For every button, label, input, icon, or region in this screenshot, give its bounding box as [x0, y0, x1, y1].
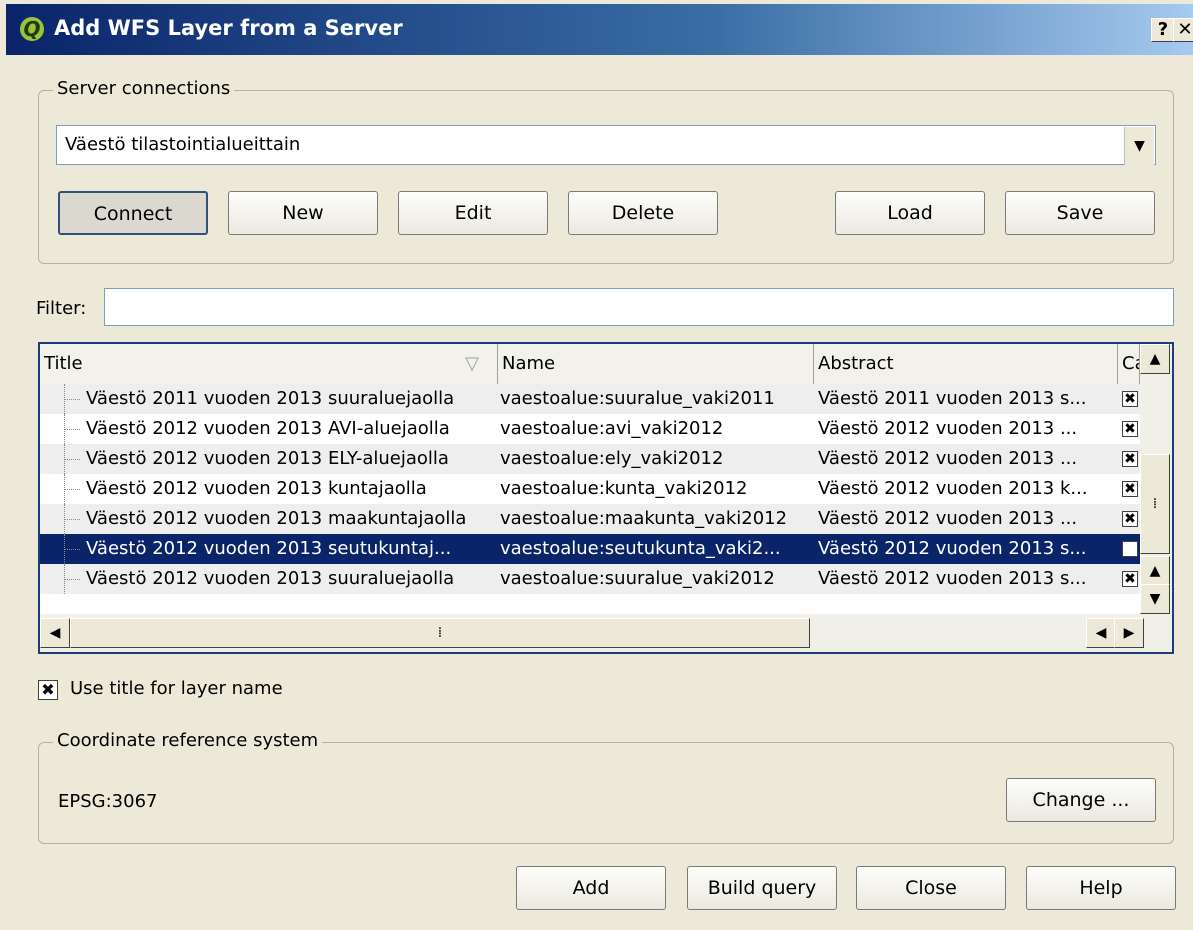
connect-button[interactable]: Connect [58, 191, 208, 235]
cell-title: Väestö 2012 vuoden 2013 ELY-aluejaolla [86, 448, 449, 469]
scroll-thumb[interactable]: ⁞ [1140, 454, 1170, 554]
column-header-cache[interactable]: Ca [1118, 344, 1140, 384]
cell-abstract: Väestö 2012 vuoden 2013 ... [818, 448, 1078, 469]
filter-label: Filter: [36, 298, 87, 319]
cache-checkbox[interactable]: ✖ [1122, 511, 1138, 527]
scroll-up-icon[interactable]: ▲ [1140, 556, 1170, 586]
tree-connector [62, 564, 82, 594]
crs-group: Coordinate reference system [38, 730, 1174, 844]
filter-input[interactable] [104, 288, 1174, 326]
column-header-abstract[interactable]: Abstract [814, 344, 1118, 384]
scroll-up-icon[interactable]: ▲ [1140, 344, 1170, 374]
cell-abstract: Väestö 2011 vuoden 2013 s... [818, 388, 1087, 409]
cell-abstract: Väestö 2012 vuoden 2013 ... [818, 418, 1078, 439]
scroll-left-icon[interactable]: ◀ [1086, 618, 1116, 648]
cell-name: vaestoalue:seutukunta_vaki2... [500, 538, 781, 559]
column-header-name[interactable]: Name [498, 344, 814, 384]
scroll-left-icon[interactable]: ◀ [40, 618, 70, 648]
table-row[interactable]: Väestö 2012 vuoden 2013 kuntajaolla vaest… [40, 474, 1140, 504]
tree-connector [62, 534, 82, 564]
help-title-button[interactable]: ? [1151, 18, 1175, 42]
cell-title: Väestö 2012 vuoden 2013 seutukuntaj... [86, 538, 452, 559]
change-crs-button[interactable]: Change ... [1006, 778, 1156, 822]
column-header-title[interactable]: Title ▽ [40, 344, 498, 384]
table-header: Title ▽ Name Abstract Ca [40, 344, 1140, 385]
cell-title: Väestö 2011 vuoden 2013 suuraluejaolla [86, 388, 455, 409]
cell-name: vaestoalue:kunta_vaki2012 [500, 478, 748, 499]
tree-connector [62, 474, 82, 504]
scroll-right-icon[interactable]: ▶ [1114, 618, 1144, 648]
tree-connector [62, 414, 82, 444]
load-button[interactable]: Load [835, 191, 985, 235]
cache-checkbox[interactable]: ✖ [1122, 481, 1138, 497]
cache-checkbox[interactable]: ✖ [1122, 451, 1138, 467]
use-title-label: Use title for layer name [70, 678, 283, 699]
save-button[interactable]: Save [1005, 191, 1155, 235]
cell-title: Väestö 2012 vuoden 2013 kuntajaolla [86, 478, 427, 499]
column-title-label: Title [44, 353, 83, 374]
tree-connector [62, 384, 82, 414]
table-row[interactable]: Väestö 2012 vuoden 2013 suuraluejaolla va… [40, 564, 1140, 594]
hscroll-thumb[interactable]: ⁞ [70, 618, 810, 648]
cell-title: Väestö 2012 vuoden 2013 AVI-aluejaolla [86, 418, 450, 439]
table-row[interactable]: Väestö 2012 vuoden 2013 AVI-aluejaolla va… [40, 414, 1140, 444]
cell-title: Väestö 2012 vuoden 2013 maakuntajaolla [86, 508, 467, 529]
close-title-button[interactable]: ✕ [1173, 18, 1193, 42]
cell-title: Väestö 2012 vuoden 2013 suuraluejaolla [86, 568, 455, 589]
dialog-window: Q Add WFS Layer from a Server ? ✕ Server… [0, 0, 1193, 930]
tree-connector [62, 444, 82, 474]
table-row[interactable]: Väestö 2012 vuoden 2013 seutukuntaj... va… [40, 534, 1140, 564]
cell-abstract: Väestö 2012 vuoden 2013 s... [818, 568, 1087, 589]
cell-name: vaestoalue:suuralue_vaki2011 [500, 388, 775, 409]
edit-button[interactable]: Edit [398, 191, 548, 235]
use-title-checkbox[interactable]: ✖ [38, 680, 58, 700]
cache-checkbox[interactable]: ✖ [1122, 421, 1138, 437]
qgis-logo-icon: Q [20, 17, 44, 41]
crs-group-label: Coordinate reference system [53, 730, 323, 751]
table-row[interactable]: Väestö 2012 vuoden 2013 ELY-aluejaolla va… [40, 444, 1140, 474]
help-button[interactable]: Help [1026, 866, 1176, 910]
new-button[interactable]: New [228, 191, 378, 235]
add-button[interactable]: Add [516, 866, 666, 910]
cache-checkbox[interactable]: ✖ [1122, 391, 1138, 407]
sort-indicator-icon: ▽ [465, 353, 479, 374]
layer-table[interactable]: Title ▽ Name Abstract Ca Väestö 2011 vuo… [38, 342, 1174, 654]
server-connection-value: Väestö tilastointialueittain [65, 134, 301, 155]
cache-checkbox[interactable]: ✖ [1122, 571, 1138, 587]
server-connection-select[interactable]: Väestö tilastointialueittain ▼ [56, 125, 1156, 165]
horizontal-scrollbar[interactable]: ◀ ⁞ ◀ ▶ [40, 614, 1172, 652]
chevron-down-icon[interactable]: ▼ [1124, 127, 1154, 165]
server-connections-group: Server connections [38, 78, 1174, 264]
cache-checkbox[interactable]: ✖ [1122, 541, 1138, 557]
server-connections-label: Server connections [53, 78, 235, 99]
cell-name: vaestoalue:maakunta_vaki2012 [500, 508, 788, 529]
cell-abstract: Väestö 2012 vuoden 2013 s... [818, 538, 1087, 559]
build-query-button[interactable]: Build query [687, 866, 837, 910]
table-row[interactable]: Väestö 2012 vuoden 2013 maakuntajaolla va… [40, 504, 1140, 534]
cell-name: vaestoalue:avi_vaki2012 [500, 418, 724, 439]
delete-button[interactable]: Delete [568, 191, 718, 235]
tree-connector [62, 504, 82, 534]
cell-name: vaestoalue:ely_vaki2012 [500, 448, 724, 469]
crs-value: EPSG:3067 [58, 791, 158, 812]
cell-abstract: Väestö 2012 vuoden 2013 k... [818, 478, 1088, 499]
cell-name: vaestoalue:suuralue_vaki2012 [500, 568, 775, 589]
scroll-down-icon[interactable]: ▼ [1140, 584, 1170, 614]
window-title: Add WFS Layer from a Server [54, 16, 403, 40]
cell-abstract: Väestö 2012 vuoden 2013 ... [818, 508, 1078, 529]
vertical-scrollbar[interactable]: ▲ ⁞ ▲ ▼ [1140, 344, 1172, 614]
table-row[interactable]: Väestö 2011 vuoden 2013 suuraluejaolla va… [40, 384, 1140, 414]
close-button[interactable]: Close [856, 866, 1006, 910]
title-bar: Q Add WFS Layer from a Server ? ✕ [6, 4, 1193, 55]
